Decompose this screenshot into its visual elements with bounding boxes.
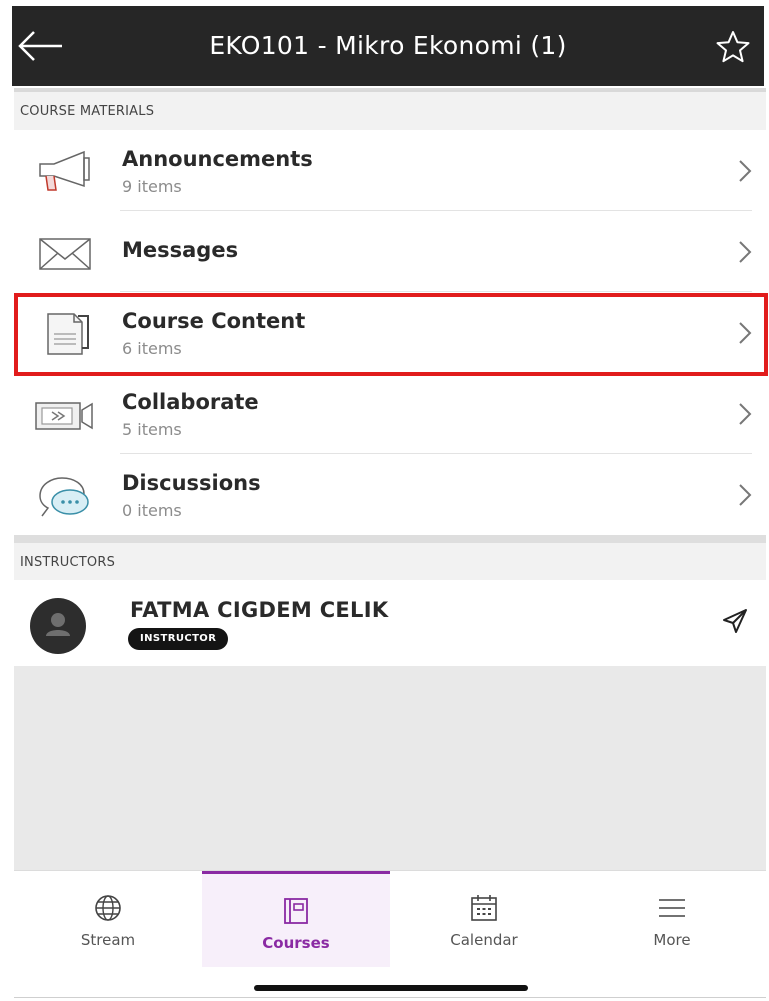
back-arrow-icon[interactable] (14, 26, 66, 66)
item-count: 6 items (122, 339, 182, 358)
item-count: 5 items (122, 420, 182, 439)
list-item-messages[interactable]: Messages (14, 211, 766, 292)
instructor-name: FATMA CIGDEM CELIK (130, 598, 389, 622)
item-count: 0 items (122, 501, 182, 520)
chat-bubbles-icon (39, 477, 89, 517)
tab-label: Courses (262, 934, 330, 952)
item-title: Messages (122, 238, 239, 262)
tab-label: More (653, 931, 691, 949)
globe-icon (95, 895, 121, 921)
empty-area (14, 666, 766, 870)
megaphone-icon (39, 150, 90, 191)
section-label-instructors: INSTRUCTORS (14, 535, 766, 581)
list-item-course-content[interactable]: Course Content 6 items (14, 292, 766, 373)
section-label-course-materials: COURSE MATERIALS (14, 88, 766, 130)
calendar-icon (471, 895, 497, 921)
tab-label: Calendar (450, 931, 518, 949)
tab-stream[interactable]: Stream (14, 871, 202, 967)
list-item-collaborate[interactable]: Collaborate 5 items (14, 373, 766, 454)
divider (14, 997, 766, 998)
tab-more[interactable]: More (578, 871, 766, 967)
tab-calendar[interactable]: Calendar (390, 871, 578, 967)
tab-courses[interactable]: Courses (202, 871, 390, 967)
role-badge: INSTRUCTOR (128, 628, 229, 650)
chevron-right-icon (739, 403, 752, 425)
star-icon[interactable] (714, 28, 752, 66)
home-indicator (254, 985, 528, 991)
item-title: Course Content (122, 309, 306, 333)
courses-icon (284, 898, 308, 924)
envelope-icon (39, 238, 91, 270)
tab-label: Stream (80, 931, 136, 949)
instructor-item[interactable]: FATMA CIGDEM CELIK INSTRUCTOR (14, 580, 766, 666)
send-message-icon[interactable] (722, 608, 748, 634)
video-icon (35, 402, 93, 430)
course-title: EKO101 - Mikro Ekonomi (1) (209, 31, 567, 60)
hamburger-icon (659, 899, 685, 917)
item-title: Collaborate (122, 390, 259, 414)
chevron-right-icon (739, 160, 752, 182)
item-title: Announcements (122, 147, 313, 171)
item-title: Discussions (122, 471, 261, 495)
bottom-tab-bar: Stream Courses Calendar More (14, 870, 766, 967)
document-icon (47, 313, 89, 355)
chevron-right-icon (739, 484, 752, 506)
avatar (30, 598, 86, 654)
list-item-announcements[interactable]: Announcements 9 items (14, 130, 766, 211)
app-header: EKO101 - Mikro Ekonomi (1) (12, 6, 764, 86)
chevron-right-icon (739, 241, 752, 263)
list-item-discussions[interactable]: Discussions 0 items (14, 454, 766, 535)
chevron-right-icon (739, 322, 752, 344)
person-icon (46, 613, 70, 636)
item-count: 9 items (122, 177, 182, 196)
